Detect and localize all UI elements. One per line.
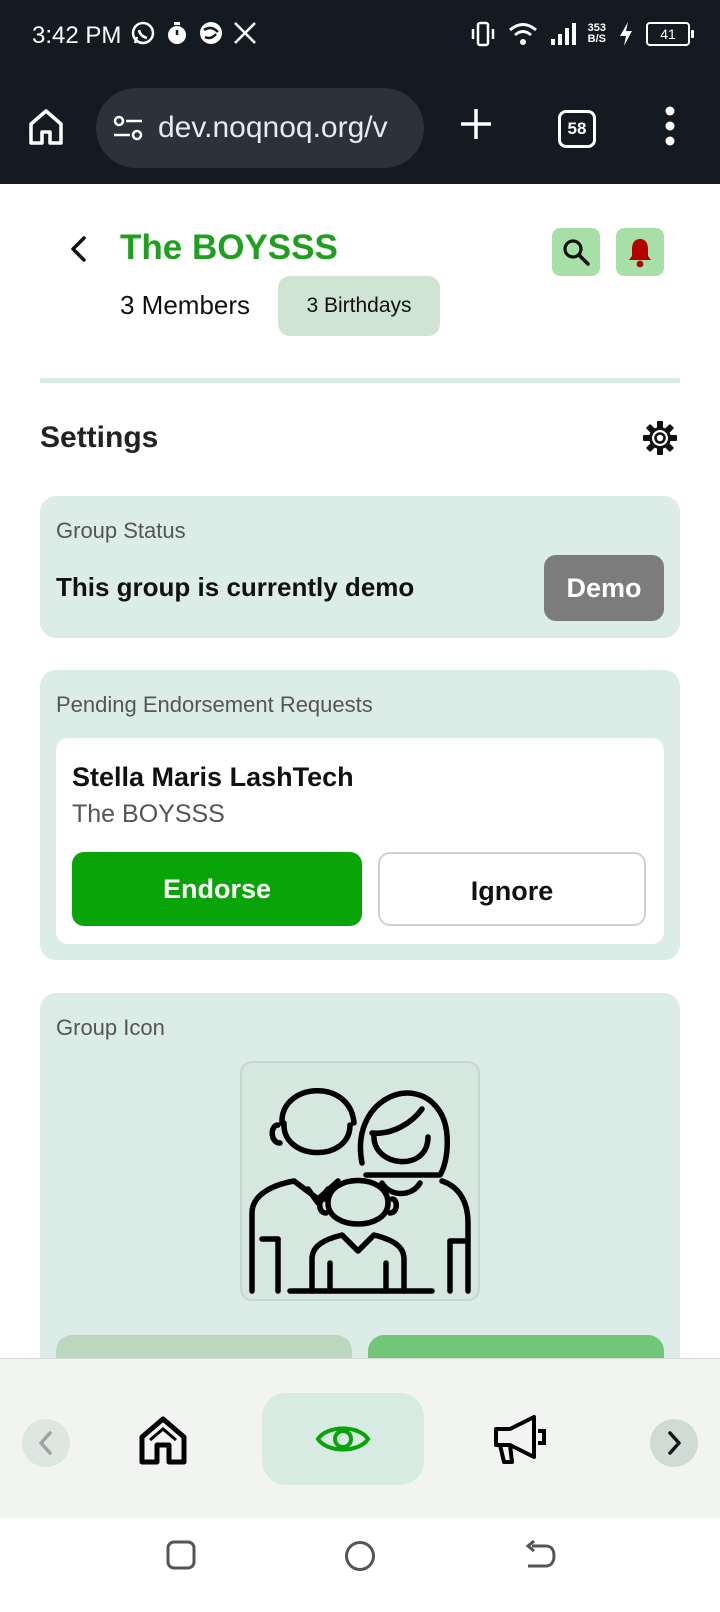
wifi-icon <box>508 23 537 45</box>
demo-status-button[interactable]: Demo <box>544 555 664 621</box>
more-menu-icon[interactable] <box>664 106 676 146</box>
endorsement-request: Stella Maris LashTech The BOYSSS Endorse… <box>56 738 664 944</box>
megaphone-icon[interactable] <box>492 1413 548 1465</box>
gear-icon[interactable] <box>642 420 678 456</box>
group-status-label: Group Status <box>56 518 186 543</box>
system-back-icon[interactable] <box>524 1540 556 1570</box>
family-icon <box>249 1088 471 1294</box>
status-app-icons <box>130 20 258 46</box>
recent-apps-icon[interactable] <box>166 1540 196 1570</box>
pending-endorsements-card: Pending Endorsement Requests Stella Mari… <box>40 670 680 960</box>
search-button[interactable] <box>552 228 600 276</box>
search-icon <box>563 239 590 266</box>
bottom-app-nav <box>0 1358 720 1519</box>
net-speed: 353 B/S <box>587 22 606 45</box>
ignore-button[interactable]: Ignore <box>378 852 646 926</box>
settings-title: Settings <box>40 421 159 454</box>
group-icon-label: Group Icon <box>56 1015 165 1040</box>
group-status-card: Group Status This group is currently dem… <box>40 496 680 638</box>
chevron-right-icon <box>668 1431 681 1455</box>
url-text: dev.noqnoq.org/v <box>158 111 388 144</box>
bell-icon <box>629 239 651 268</box>
vibrate-icon <box>471 21 494 47</box>
site-settings-icon[interactable] <box>112 114 144 142</box>
members-count[interactable]: 3 Members <box>120 290 250 321</box>
back-arrow-icon[interactable] <box>64 234 94 264</box>
eye-icon <box>315 1426 371 1452</box>
group-header: The BOYSSS 3 Members 3 Birthdays <box>0 184 720 384</box>
url-bar[interactable]: dev.noqnoq.org/v <box>96 88 424 168</box>
browser-home-icon[interactable] <box>28 108 64 146</box>
signal-icon <box>550 23 576 45</box>
group-icon-preview[interactable] <box>240 1061 480 1301</box>
x-icon <box>234 22 256 44</box>
tab-switcher-button[interactable]: 58 <box>558 110 596 148</box>
home-icon[interactable] <box>138 1415 188 1465</box>
endorse-button[interactable]: Endorse <box>72 852 362 926</box>
notifications-button[interactable] <box>616 228 664 276</box>
system-nav-bar <box>0 1518 720 1612</box>
chevron-left-icon <box>39 1431 52 1455</box>
birthdays-badge[interactable]: 3 Birthdays <box>278 276 440 336</box>
new-tab-icon[interactable] <box>458 106 494 142</box>
group-icon-card: Group Icon <box>40 993 680 1395</box>
group-status-text: This group is currently demo <box>56 572 415 602</box>
system-home-icon[interactable] <box>344 1540 376 1572</box>
status-indicators: 353 B/S 41 <box>470 20 694 48</box>
browser-toolbar: dev.noqnoq.org/v 58 <box>0 72 720 184</box>
nav-view-tab[interactable] <box>262 1393 424 1485</box>
status-bar: 3:42 PM 353 B/S 41 <box>0 0 720 72</box>
group-title: The BOYSSS <box>120 228 338 267</box>
vpn-icon <box>200 22 222 44</box>
requested-group: The BOYSSS <box>72 800 225 828</box>
nav-next-button[interactable] <box>650 1419 698 1467</box>
requester-name: Stella Maris LashTech <box>72 762 354 792</box>
pending-endorsements-label: Pending Endorsement Requests <box>56 692 373 717</box>
whatsapp-icon <box>131 21 155 45</box>
header-divider <box>40 378 680 383</box>
charging-icon <box>620 22 632 46</box>
timer-icon <box>168 22 186 44</box>
battery-indicator: 41 <box>646 22 694 46</box>
nav-prev-button[interactable] <box>22 1419 70 1467</box>
status-time: 3:42 PM <box>32 22 122 49</box>
